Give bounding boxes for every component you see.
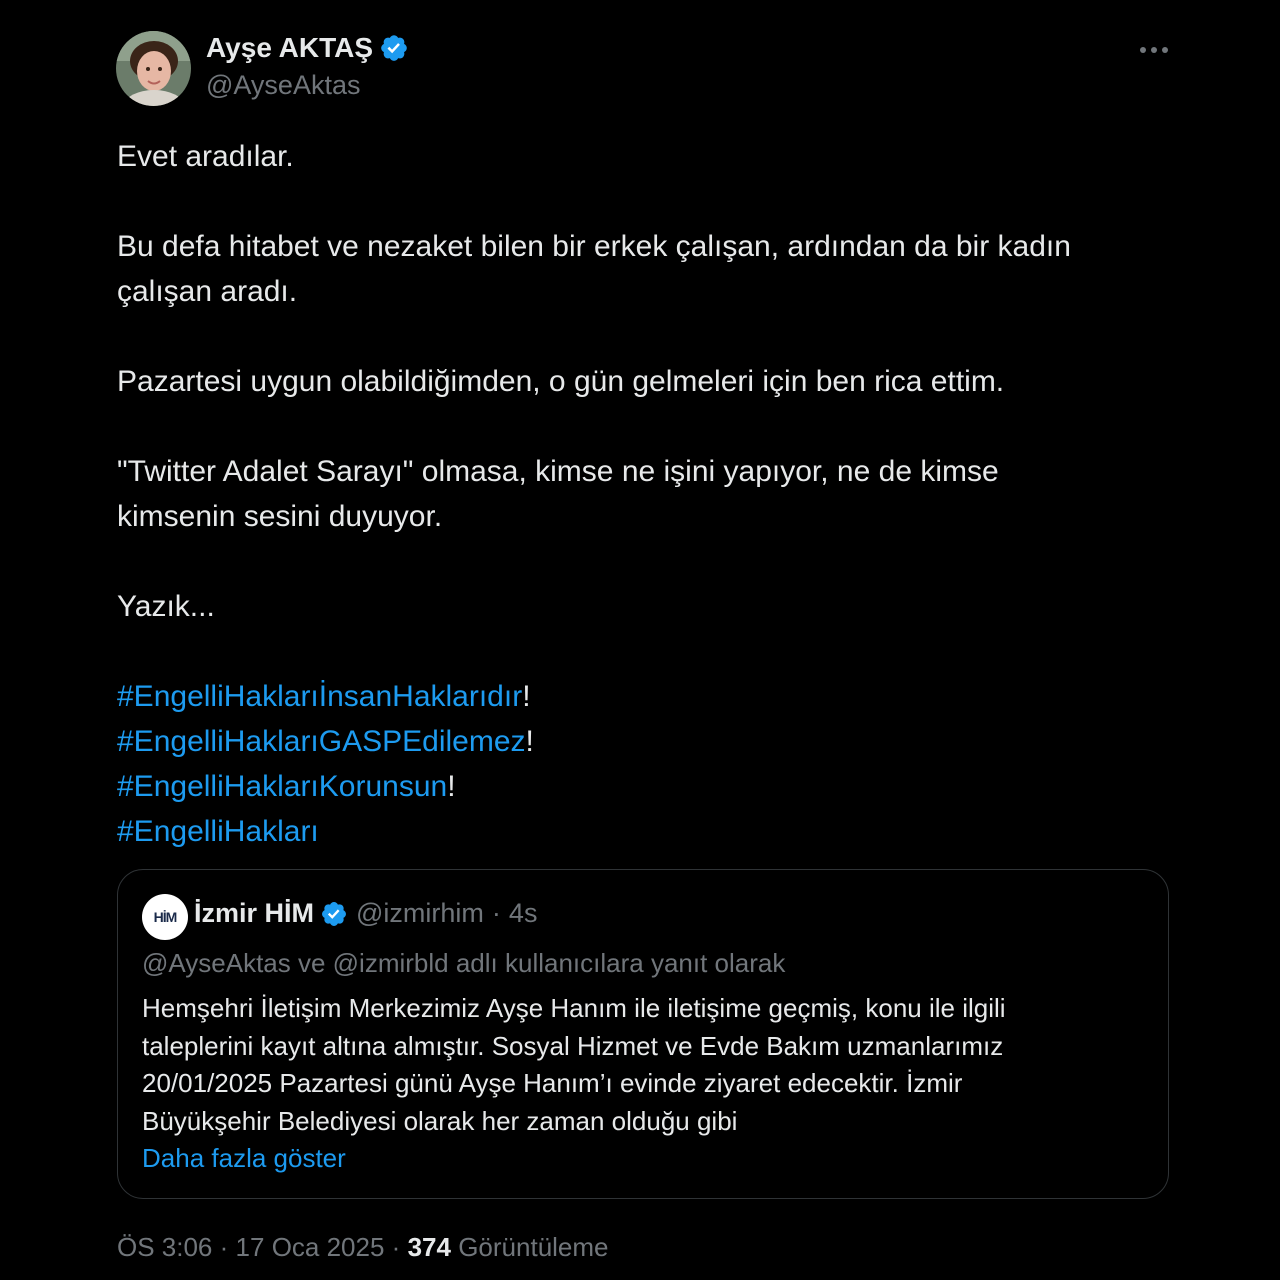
hashtag-link[interactable]: #EngelliHaklarıKorunsun [117, 770, 447, 803]
verified-badge-icon[interactable] [379, 33, 409, 63]
separator-dot: · [491, 898, 501, 928]
quoted-tweet-text: Hemşehri İletişim Merkezimiz Ayşe Hanım … [142, 990, 1142, 1178]
show-more-link[interactable]: Daha fazla göster [142, 1140, 1142, 1178]
hashtag-link[interactable]: #EngelliHakları [117, 815, 319, 848]
verified-badge-icon[interactable] [320, 900, 348, 928]
reply-context: @AyseAktas ve @izmirbld adlı kullanıcıla… [142, 948, 786, 978]
more-dots-icon [1140, 47, 1168, 53]
author-name[interactable]: Ayşe AKTAŞ [206, 32, 409, 64]
quoted-tweet-time[interactable]: 4s [509, 898, 538, 929]
separator-dot: · [219, 1232, 229, 1262]
tweet-paragraph: Bu defa hitabet ve nezaket bilen bir erk… [117, 230, 1071, 308]
quoted-avatar-logo: HİM [153, 909, 178, 925]
hashtag-line: #EngelliHaklarıGASPEdilemez! [117, 725, 534, 758]
tweet-paragraph: Pazartesi uygun olabildiğimden, o gün ge… [117, 365, 1005, 398]
views-count: 374 [407, 1232, 451, 1262]
tweet-text: Evet aradılar. Bu defa hitabet ve nezake… [117, 134, 1177, 854]
avatar-photo-icon [116, 31, 191, 106]
quoted-tweet-card[interactable]: HİM İzmir HİM @izmirhim · 4s @AyseAktas … [117, 869, 1169, 1199]
author-display-name[interactable]: Ayşe AKTAŞ [206, 32, 373, 64]
separator-dot: · [391, 1232, 401, 1262]
more-options-button[interactable] [1134, 34, 1174, 66]
quoted-author-handle[interactable]: @izmirhim [356, 898, 484, 929]
tweet-paragraph: "Twitter Adalet Sarayı" olmasa, kimse ne… [117, 455, 999, 533]
hashtag-line: #EngelliHaklarıKorunsun! [117, 770, 456, 803]
hashtag-line: #EngelliHaklarıİnsanHaklarıdır! [117, 680, 531, 713]
tweet-paragraph: Yazık... [117, 590, 215, 623]
tweet-date[interactable]: 17 Oca 2025 [236, 1232, 385, 1262]
tweet-time[interactable]: ÖS 3:06 [117, 1232, 212, 1262]
views-label: Görüntüleme [458, 1232, 609, 1262]
hashtag-link[interactable]: #EngelliHaklarıİnsanHaklarıdır [117, 680, 522, 713]
quoted-author-name[interactable]: İzmir HİM [194, 898, 314, 929]
author-avatar[interactable] [116, 31, 191, 106]
tweet-paragraph: Evet aradılar. [117, 140, 294, 173]
tweet-meta: ÖS 3:06 · 17 Oca 2025 · 374 Görüntüleme [117, 1232, 609, 1263]
author-handle[interactable]: @AyseAktas [206, 70, 360, 101]
quoted-tweet-header: İzmir HİM @izmirhim · 4s [194, 898, 537, 929]
hashtag-link[interactable]: #EngelliHaklarıGASPEdilemez [117, 725, 526, 758]
hashtag-line: #EngelliHakları [117, 809, 1177, 854]
quoted-author-avatar[interactable]: HİM [142, 894, 188, 940]
